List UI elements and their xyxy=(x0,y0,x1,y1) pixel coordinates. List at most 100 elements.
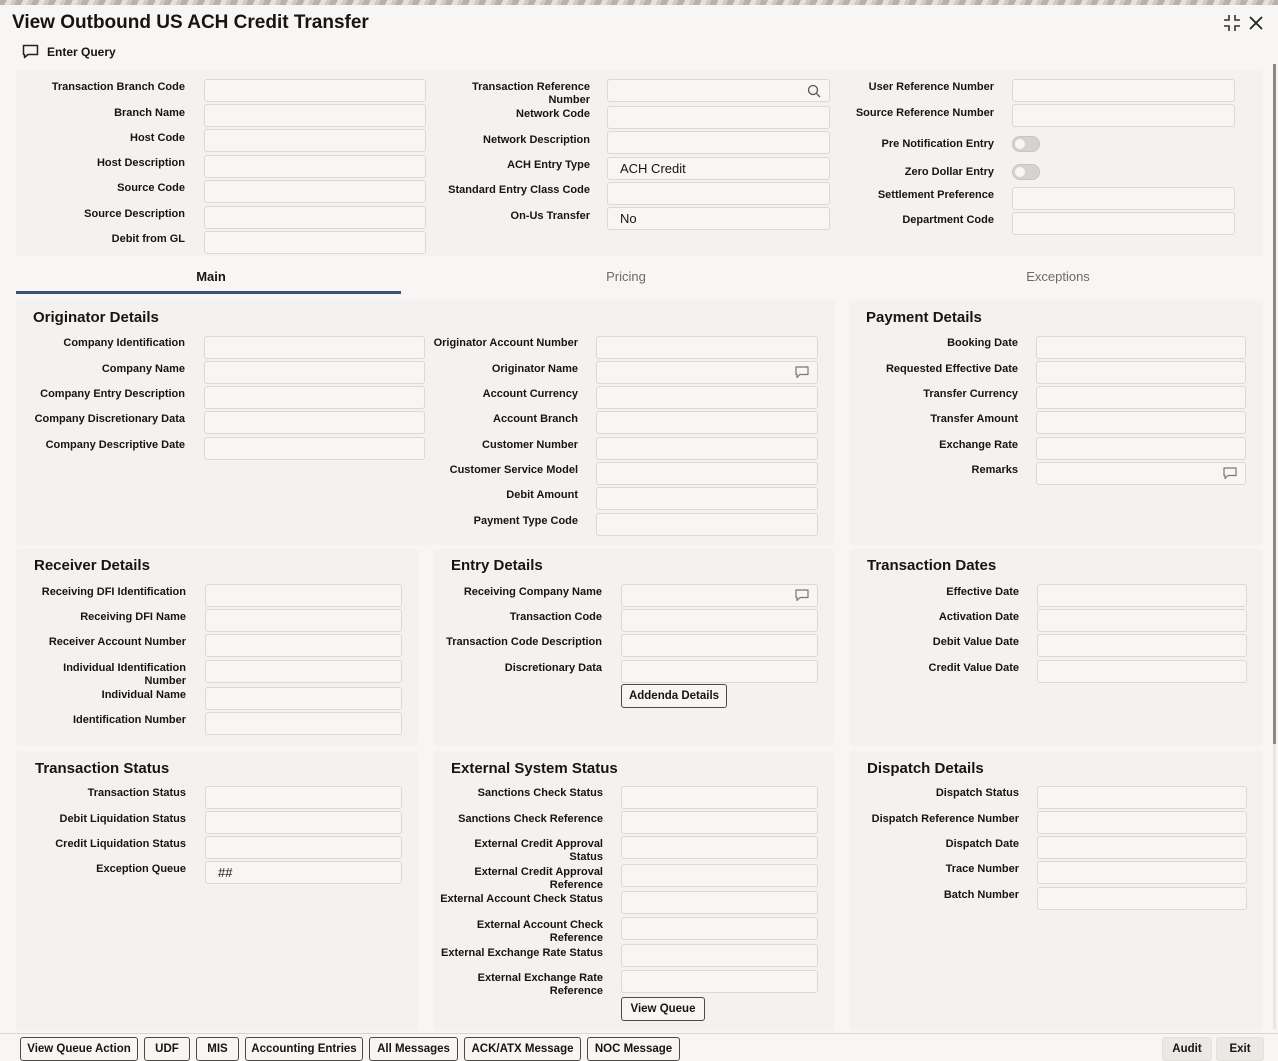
debit-value-date-field[interactable] xyxy=(1037,634,1247,657)
pre-notification-entry-toggle[interactable] xyxy=(1012,136,1040,152)
debit-liquidation-status-field[interactable] xyxy=(205,811,402,834)
source-description-field[interactable] xyxy=(204,206,426,229)
network-description-field[interactable] xyxy=(607,131,830,154)
exception-queue-field[interactable]: ## xyxy=(205,861,402,884)
view-queue-button[interactable]: View Queue xyxy=(621,997,705,1021)
zero-dollar-entry-toggle[interactable] xyxy=(1012,164,1040,180)
user-reference-number-field[interactable] xyxy=(1012,79,1235,102)
settlement-preference-field[interactable] xyxy=(1012,187,1235,210)
company-descriptive-date-field[interactable] xyxy=(204,437,425,460)
individual-name-field[interactable] xyxy=(205,687,402,710)
dispatch-date-field[interactable] xyxy=(1037,836,1247,859)
debit-amount-field[interactable] xyxy=(596,487,818,510)
booking-date-field[interactable] xyxy=(1036,336,1246,359)
transaction-code-field[interactable] xyxy=(621,609,818,632)
company-discretionary-data-field[interactable] xyxy=(204,411,425,434)
company-identification-field[interactable] xyxy=(204,336,425,359)
discretionary-data-field[interactable] xyxy=(621,660,818,683)
search-icon[interactable] xyxy=(807,84,821,98)
tab-main[interactable]: Main xyxy=(16,262,406,292)
receiving-company-name-field[interactable] xyxy=(621,584,818,607)
originator-account-number-field[interactable] xyxy=(596,336,818,359)
credit-value-date-field[interactable] xyxy=(1037,660,1247,683)
branch-name-field[interactable] xyxy=(204,104,426,127)
all-messages-button[interactable]: All Messages xyxy=(369,1037,458,1061)
originator-name-field[interactable] xyxy=(596,361,818,384)
ach-entry-type-field[interactable]: ACH Credit xyxy=(607,157,830,180)
dispatch-status-field[interactable] xyxy=(1037,786,1247,809)
customer-number-field[interactable] xyxy=(596,437,818,460)
audit-button[interactable]: Audit xyxy=(1162,1037,1212,1061)
external-exchange-rate-status-field[interactable] xyxy=(621,944,818,967)
tab-pricing[interactable]: Pricing xyxy=(430,262,822,292)
individual-identification-number-field[interactable] xyxy=(205,660,402,683)
remarks-field[interactable] xyxy=(1036,462,1246,485)
exit-button[interactable]: Exit xyxy=(1216,1037,1264,1061)
network-code-field[interactable] xyxy=(607,106,830,129)
company-entry-description-field[interactable] xyxy=(204,386,425,409)
department-code-field[interactable] xyxy=(1012,212,1235,235)
payment-type-code-field[interactable] xyxy=(596,513,818,536)
standard-entry-class-code-field[interactable] xyxy=(607,182,830,205)
receiving-dfi-identification-field[interactable] xyxy=(205,584,402,607)
view-queue-action-button[interactable]: View Queue Action xyxy=(20,1037,138,1061)
zero-dollar-entry-label: Zero Dollar Entry xyxy=(904,166,994,178)
transfer-currency-field[interactable] xyxy=(1036,386,1246,409)
tab-exceptions[interactable]: Exceptions xyxy=(858,262,1258,292)
external-account-check-status-field[interactable] xyxy=(621,891,818,914)
ack-atx-message-button[interactable]: ACK/ATX Message xyxy=(464,1037,581,1061)
transaction-code-description-field[interactable] xyxy=(621,634,818,657)
scrollbar-thumb[interactable] xyxy=(1273,64,1276,744)
close-icon[interactable] xyxy=(1247,14,1265,32)
enter-query-button[interactable]: Enter Query xyxy=(22,44,116,59)
originator-details-title: Originator Details xyxy=(33,309,159,326)
sanctions-check-reference-field[interactable] xyxy=(621,811,818,834)
trace-number-field[interactable] xyxy=(1037,861,1247,884)
customer-service-model-field[interactable] xyxy=(596,462,818,485)
dispatch-reference-number-field[interactable] xyxy=(1037,811,1247,834)
batch-number-field[interactable] xyxy=(1037,887,1247,910)
sanctions-check-status-field[interactable] xyxy=(621,786,818,809)
credit-liquidation-status-field[interactable] xyxy=(205,836,402,859)
transaction-status-label: Transaction Status xyxy=(87,787,186,799)
identification-number-field[interactable] xyxy=(205,712,402,735)
account-currency-field[interactable] xyxy=(596,386,818,409)
source-code-field[interactable] xyxy=(204,180,426,203)
activation-date-field[interactable] xyxy=(1037,609,1247,632)
mis-button[interactable]: MIS xyxy=(196,1037,239,1061)
transaction-branch-code-field[interactable] xyxy=(204,79,426,102)
comment-icon[interactable] xyxy=(795,366,809,379)
on-us-transfer-field[interactable]: No xyxy=(607,207,830,230)
entry-details-title: Entry Details xyxy=(451,557,543,574)
external-exchange-rate-reference-field[interactable] xyxy=(621,970,818,993)
exchange-rate-field[interactable] xyxy=(1036,437,1246,460)
external-account-check-reference-field[interactable] xyxy=(621,917,818,940)
comment-icon[interactable] xyxy=(1223,467,1237,480)
transaction-dates-title: Transaction Dates xyxy=(867,557,997,574)
individual-identification-number-label: Individual Identification Number xyxy=(63,662,186,687)
transaction-reference-number-field[interactable] xyxy=(607,79,830,102)
requested-effective-date-field[interactable] xyxy=(1036,361,1246,384)
on-us-transfer-label: On-Us Transfer xyxy=(510,210,590,222)
transaction-status-field[interactable] xyxy=(205,786,402,809)
receiving-company-name-label: Receiving Company Name xyxy=(463,586,602,598)
company-name-field[interactable] xyxy=(204,361,425,384)
udf-button[interactable]: UDF xyxy=(144,1037,190,1061)
receiver-account-number-field[interactable] xyxy=(205,634,402,657)
page-title: View Outbound US ACH Credit Transfer xyxy=(12,12,369,33)
source-reference-number-field[interactable] xyxy=(1012,104,1235,127)
accounting-entries-button[interactable]: Accounting Entries xyxy=(245,1037,363,1061)
account-branch-field[interactable] xyxy=(596,411,818,434)
collapse-icon[interactable] xyxy=(1223,14,1241,32)
noc-message-button[interactable]: NOC Message xyxy=(587,1037,680,1061)
external-credit-approval-reference-field[interactable] xyxy=(621,864,818,887)
external-credit-approval-status-field[interactable] xyxy=(621,836,818,859)
transfer-amount-field[interactable] xyxy=(1036,411,1246,434)
addenda-details-button[interactable]: Addenda Details xyxy=(621,684,727,708)
receiving-dfi-name-field[interactable] xyxy=(205,609,402,632)
host-description-field[interactable] xyxy=(204,155,426,178)
host-code-field[interactable] xyxy=(204,129,426,152)
debit-from-gl-field[interactable] xyxy=(204,231,426,254)
comment-icon[interactable] xyxy=(795,589,809,602)
effective-date-field[interactable] xyxy=(1037,584,1247,607)
